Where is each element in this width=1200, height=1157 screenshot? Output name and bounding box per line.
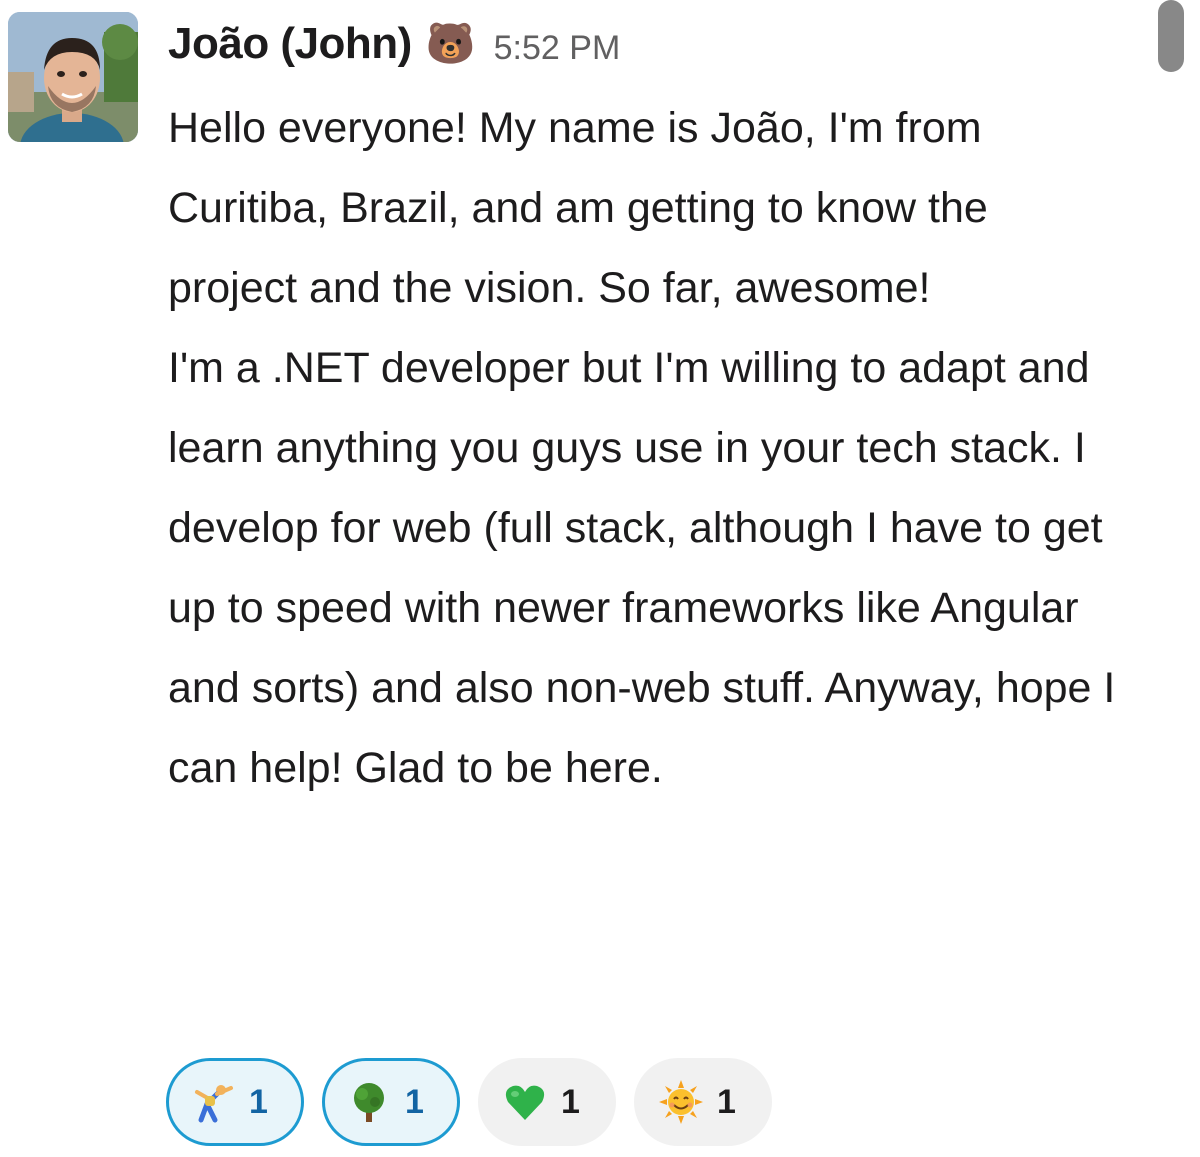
avatar-photo xyxy=(8,12,138,142)
reaction-bar: 1 1 1 1 xyxy=(166,1058,772,1146)
tree-icon xyxy=(347,1080,391,1124)
green-heart-icon xyxy=(503,1080,547,1124)
reaction-count: 1 xyxy=(405,1082,424,1121)
message-paragraph: Hello everyone! My name is João, I'm fro… xyxy=(168,104,988,312)
author-name[interactable]: João (John) xyxy=(168,19,412,69)
sun-with-face-icon xyxy=(659,1080,703,1124)
scrollbar-thumb[interactable] xyxy=(1158,0,1184,72)
reaction-sun-with-face[interactable]: 1 xyxy=(634,1058,772,1146)
message-body: Hello everyone! My name is João, I'm fro… xyxy=(168,88,1128,808)
reaction-count: 1 xyxy=(249,1082,268,1121)
reaction-tree[interactable]: 1 xyxy=(322,1058,460,1146)
message-paragraph: I'm a .NET developer but I'm willing to … xyxy=(168,344,1116,792)
avatar[interactable] xyxy=(8,12,138,142)
reaction-count: 1 xyxy=(561,1082,580,1121)
chat-message: João (John) 🐻 5:52 PM Hello everyone! My… xyxy=(0,0,1200,1157)
bear-status-icon: 🐻 xyxy=(425,22,476,66)
message-header: João (John) 🐻 5:52 PM xyxy=(168,14,620,74)
reaction-count: 1 xyxy=(717,1082,736,1121)
message-timestamp[interactable]: 5:52 PM xyxy=(494,29,621,68)
cartwheel-icon xyxy=(191,1080,235,1124)
reaction-green-heart[interactable]: 1 xyxy=(478,1058,616,1146)
reaction-cartwheel[interactable]: 1 xyxy=(166,1058,304,1146)
